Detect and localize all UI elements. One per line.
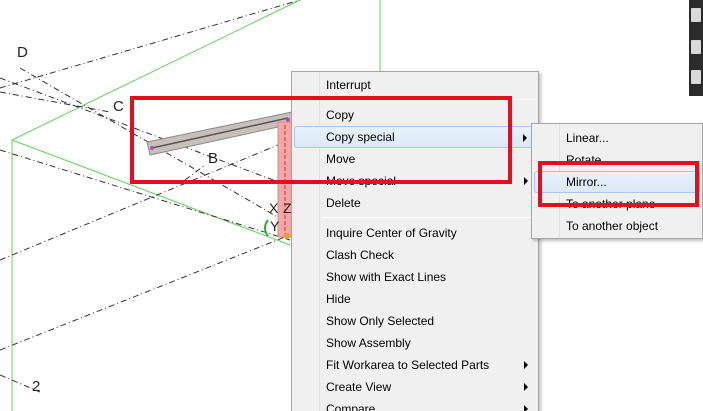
submenu-arrow-icon — [523, 134, 527, 142]
submenu-item-to-another-object[interactable]: To another object — [534, 215, 700, 237]
annotation-box-mirror — [538, 161, 699, 207]
toolbar-button-3[interactable] — [691, 70, 701, 84]
menu-item-clash-check[interactable]: Clash Check — [294, 244, 536, 266]
submenu-item-linear[interactable]: Linear... — [534, 127, 700, 149]
menu-item-interrupt[interactable]: Interrupt — [294, 74, 536, 96]
menu-item-hide[interactable]: Hide — [294, 288, 536, 310]
toolbar-button-2[interactable] — [691, 40, 701, 54]
menu-item-fit-workarea[interactable]: Fit Workarea to Selected Parts — [294, 354, 536, 376]
menu-item-show-exact-lines[interactable]: Show with Exact Lines — [294, 266, 536, 288]
right-toolbar — [689, 0, 703, 96]
menu-separator — [322, 217, 536, 218]
menu-item-delete[interactable]: Delete — [294, 192, 536, 214]
menu-item-compare[interactable]: Compare — [294, 398, 536, 411]
submenu-arrow-icon — [524, 177, 528, 185]
submenu-arrow-icon — [524, 405, 528, 411]
menu-item-inquire-cog[interactable]: Inquire Center of Gravity — [294, 222, 536, 244]
submenu-arrow-icon — [524, 361, 528, 369]
gridlines — [0, 0, 301, 393]
menu-item-show-assembly[interactable]: Show Assembly — [294, 332, 536, 354]
menu-item-create-view[interactable]: Create View — [294, 376, 536, 398]
annotation-box-copy — [130, 96, 512, 184]
menu-item-show-only-selected[interactable]: Show Only Selected — [294, 310, 536, 332]
submenu-arrow-icon — [524, 383, 528, 391]
grid-label-d: D — [17, 44, 28, 61]
axis-label-x: X — [269, 200, 279, 216]
grid-label-2: 2 — [32, 378, 41, 395]
axis-label-y: Y — [270, 218, 280, 234]
grid-label-c: C — [113, 98, 124, 115]
toolbar-button-1[interactable] — [691, 8, 701, 22]
